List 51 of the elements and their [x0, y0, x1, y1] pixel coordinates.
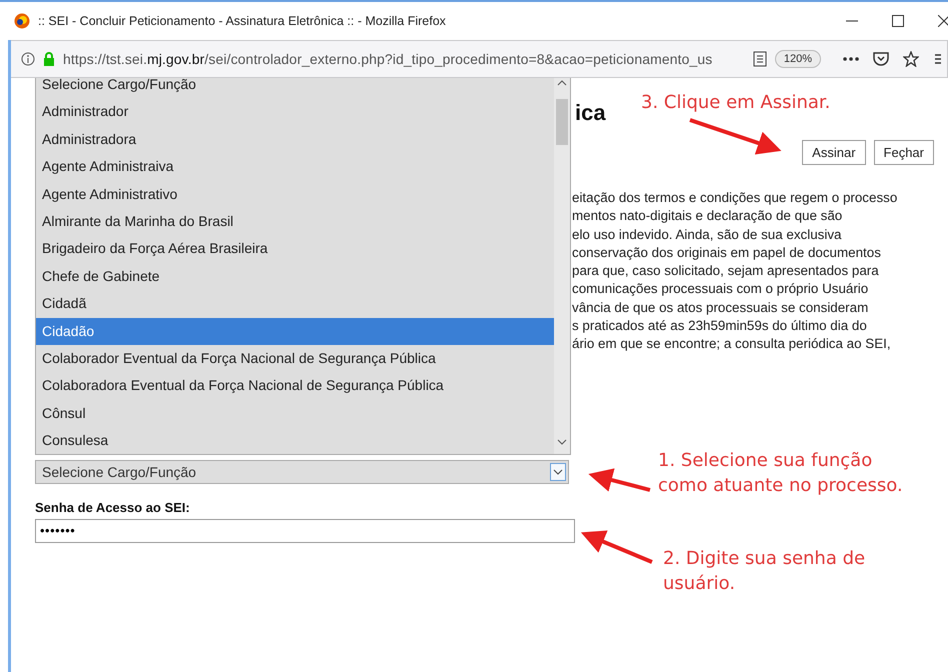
dropdown-option[interactable]: Consulesa — [36, 427, 554, 454]
dropdown-option[interactable]: Cônsul — [36, 400, 554, 428]
maximize-icon[interactable] — [892, 15, 904, 27]
lock-icon — [43, 52, 55, 66]
dropdown-option[interactable]: Agente Administraiva — [36, 153, 554, 181]
info-icon[interactable] — [21, 52, 35, 66]
dropdown-option[interactable]: Chefe de Gabinete — [36, 262, 554, 290]
password-field[interactable]: ••••••• — [35, 519, 575, 543]
dropdown-option[interactable]: Colaborador Eventual da Força Nacional de Segurança Pública — [36, 344, 554, 372]
dropdown-option[interactable]: Brigadeiro da Força Aérea Brasileira — [36, 235, 554, 263]
dropdown-option[interactable]: Colaboradora Eventual da Força Nacional de Segurança Pública — [36, 372, 554, 400]
scrollbar-thumb[interactable] — [556, 99, 568, 145]
annotation-text: 1. Selecione sua função como atuante no processo. — [658, 449, 903, 498]
menu-icon[interactable] — [935, 53, 941, 65]
pocket-icon[interactable] — [873, 52, 889, 66]
zoom-level-badge[interactable]: 120% — [774, 50, 821, 68]
role-select[interactable]: Selecione Cargo/Função — [35, 460, 569, 484]
dropdown-option[interactable]: Cidadão — [36, 318, 554, 345]
terms-text-line: comunicações processuais com o próprio Usuário — [572, 280, 870, 298]
dropdown-caret-icon[interactable] — [550, 463, 566, 481]
dropdown-option[interactable]: Administrador — [36, 98, 554, 126]
star-icon[interactable] — [903, 51, 919, 67]
close-button[interactable]: Feçhar — [874, 140, 934, 165]
annotation-text: 3. Clique em Assinar. — [641, 91, 830, 115]
scroll-up-icon[interactable] — [557, 80, 567, 86]
dropdown-option[interactable]: Almirante da Marinha do Brasil — [36, 208, 554, 236]
dropdown-option[interactable]: Cidadã — [36, 290, 554, 318]
terms-text-line: para que, caso solicitado, sejam apresentados para — [572, 262, 880, 280]
terms-text-line: conservação dos originais em papel de documentos — [572, 244, 882, 262]
terms-text-line: mentos nato-digitais e declaração de que são — [572, 207, 844, 226]
dropdown-option[interactable]: Selecione Cargo/Função — [36, 78, 554, 98]
url-field[interactable]: https://tst.sei.mj.gov.br/sei/controlador_externo.php?id_tipo_procedimento=8&acao=peticionamento_us — [63, 51, 745, 67]
annotation-text: 2. Digite sua senha de usuário. — [663, 547, 866, 596]
terms-text-line: eitação dos termos e condições que regem o processo — [572, 189, 898, 207]
page-heading: ica — [575, 100, 606, 126]
reader-view-icon[interactable] — [752, 51, 767, 67]
scroll-down-icon[interactable] — [557, 439, 567, 446]
arrow — [588, 468, 650, 492]
more-icon[interactable] — [843, 57, 859, 61]
password-label: Senha de Acesso ao SEI: — [35, 500, 190, 515]
terms-text-line: vância de que os atos processuais se consideram — [572, 298, 870, 317]
dropdown-option[interactable]: Administradora — [36, 126, 554, 154]
terms-text-line: elo uso indevido. Ainda, são de sua exclusiva — [572, 226, 842, 244]
close-icon[interactable] — [938, 15, 948, 27]
sign-button[interactable]: Assinar — [802, 140, 866, 165]
terms-text-line: s praticados até as 23h59min59s do último dia do — [572, 317, 868, 336]
window-title: :: SEI - Concluir Peticionamento - Assinatura Eletrônica :: - Mozilla Firefox — [38, 14, 447, 28]
dropdown-option[interactable]: Agente Administrativo — [36, 180, 554, 208]
list-scrollbar[interactable] — [554, 78, 570, 454]
browser-logo-icon — [14, 13, 30, 29]
terms-text-line: ário em que se encontre; a consulta periódica ao SEI, — [572, 335, 892, 354]
